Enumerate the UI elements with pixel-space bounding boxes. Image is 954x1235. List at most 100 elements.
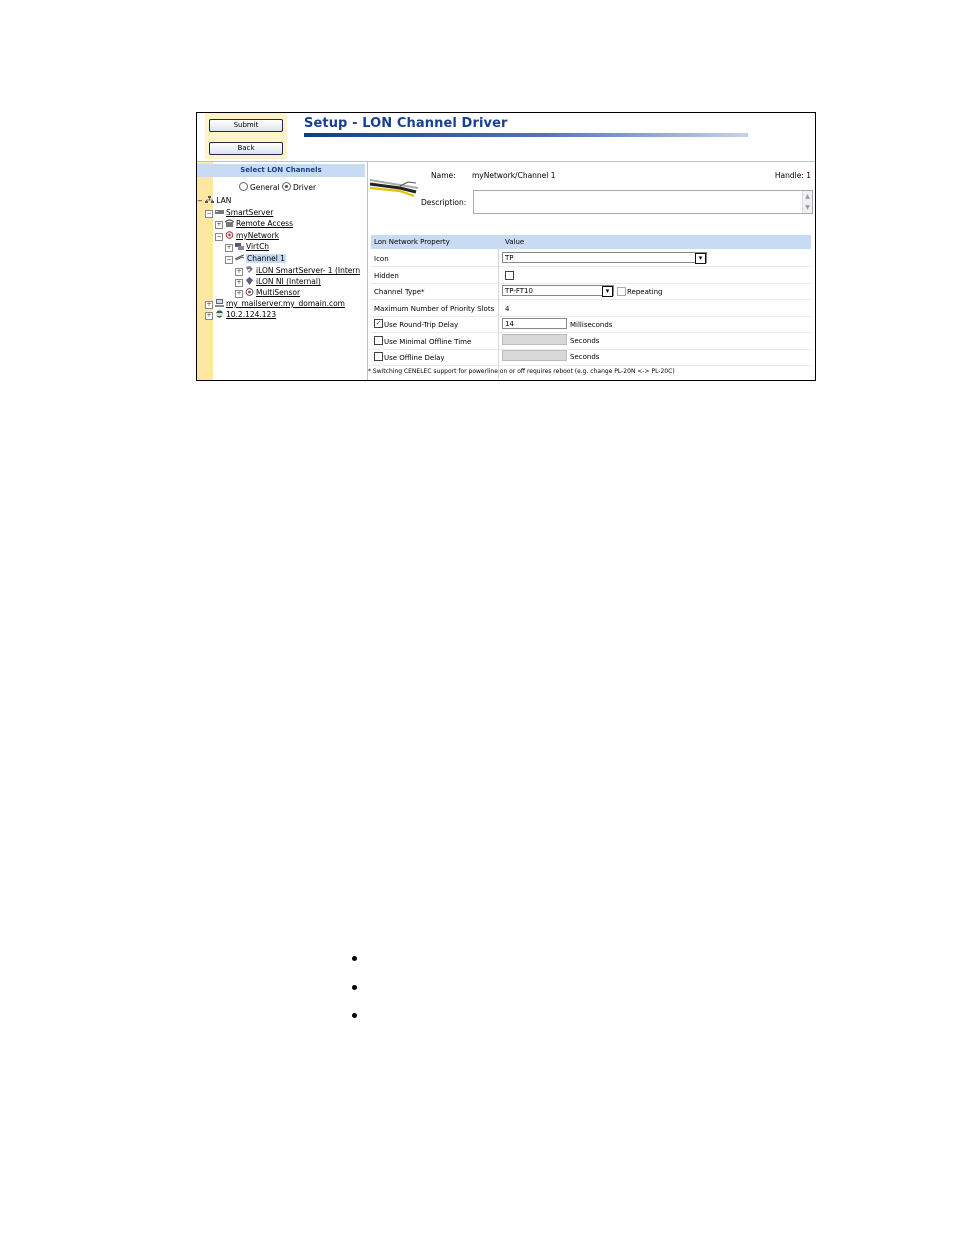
tree-node-label: iLON NI (Internal) bbox=[256, 277, 321, 286]
property-label: Maximum Number of Priority Slots bbox=[374, 305, 495, 313]
row-min-offline: Use Minimal Offline Time Seconds bbox=[371, 333, 811, 350]
min-offline-unit: Seconds bbox=[570, 337, 600, 345]
row-round-trip: ✓ Use Round-Trip Delay 14 Milliseconds bbox=[371, 316, 811, 333]
submit-button[interactable]: Submit bbox=[209, 119, 283, 132]
tree-node-label: VirtCh bbox=[246, 242, 270, 251]
property-label: Use Round-Trip Delay bbox=[384, 321, 459, 329]
scroll-down-icon[interactable]: ▼ bbox=[803, 202, 812, 213]
radio-driver[interactable] bbox=[281, 182, 291, 191]
bullet-point bbox=[352, 956, 357, 961]
bullet-point bbox=[352, 985, 357, 990]
tree-node-label: SmartServer bbox=[226, 208, 274, 217]
name-label: Name: bbox=[431, 171, 456, 180]
tree-node-lan[interactable]: − LAN bbox=[197, 196, 231, 206]
back-button[interactable]: Back bbox=[209, 142, 283, 155]
name-value: myNetwork/Channel 1 bbox=[472, 171, 556, 180]
tree-header: Select LON Channels bbox=[197, 164, 365, 177]
hidden-checkbox[interactable] bbox=[505, 271, 514, 280]
tree-node-label: Channel 1 bbox=[246, 254, 286, 263]
device-icon bbox=[246, 277, 253, 285]
row-priority-slots: Maximum Number of Priority Slots 4 bbox=[371, 300, 811, 317]
page-title: Setup - LON Channel Driver bbox=[304, 116, 508, 131]
description-scrollbar[interactable]: ▲ ▼ bbox=[802, 191, 812, 213]
tree-node-mynetwork[interactable]: − myNetwork bbox=[215, 231, 279, 241]
round-trip-unit: Milliseconds bbox=[570, 321, 613, 329]
tree-node-smartserver[interactable]: − SmartServer bbox=[205, 208, 273, 218]
tree-node-multisensor[interactable]: + MultiSensor bbox=[235, 288, 300, 298]
mode-general-option[interactable]: General bbox=[239, 182, 280, 192]
chevron-down-icon[interactable]: ▾ bbox=[602, 286, 613, 297]
property-label: Channel Type* bbox=[374, 288, 425, 296]
channel-type-select[interactable]: TP-FT10 ▾ bbox=[502, 285, 614, 297]
properties-grid-header: Lon Network Property Value bbox=[371, 235, 811, 249]
collapse-icon[interactable]: − bbox=[225, 256, 233, 264]
property-label: Icon bbox=[374, 255, 389, 263]
icon-select[interactable]: TP ▾ bbox=[502, 252, 707, 264]
round-trip-input[interactable]: 14 bbox=[502, 318, 567, 329]
property-label: Hidden bbox=[374, 272, 399, 280]
tree-node-label: iLON SmartServer- 1 (Intern bbox=[256, 266, 361, 275]
collapse-icon[interactable]: − bbox=[205, 210, 213, 218]
tree-strip bbox=[197, 162, 213, 380]
tree-node-label: Remote Access bbox=[236, 219, 293, 228]
lan-icon bbox=[205, 196, 215, 203]
device-icon bbox=[246, 266, 253, 273]
details-panel: Name: myNetwork/Channel 1 Handle: 1 Desc… bbox=[368, 162, 815, 380]
tree-node-label: myNetwork bbox=[236, 231, 280, 240]
tree-node-ip[interactable]: +10.2.124.123 bbox=[205, 310, 276, 320]
server-icon bbox=[215, 299, 224, 307]
channel-type-value: TP-FT10 bbox=[505, 287, 533, 295]
expand-icon[interactable]: + bbox=[225, 244, 233, 252]
button-panel: Submit Back bbox=[205, 113, 287, 159]
description-field[interactable] bbox=[473, 190, 813, 214]
tree-node-label: MultiSensor bbox=[256, 288, 301, 297]
tree-node-channel-1[interactable]: − Channel 1 bbox=[225, 254, 286, 264]
tree-node-mailserver[interactable]: + my_mailserver.my_domain.com bbox=[205, 299, 345, 309]
tree-node-remote-access[interactable]: + Remote Access bbox=[215, 219, 293, 229]
collapse-icon[interactable]: − bbox=[215, 233, 223, 241]
min-offline-input[interactable] bbox=[502, 334, 567, 345]
row-icon: Icon TP ▾ bbox=[371, 250, 811, 267]
repeating-checkbox[interactable] bbox=[617, 287, 626, 296]
property-label: Use Minimal Offline Time bbox=[384, 338, 472, 346]
icon-select-value: TP bbox=[505, 254, 514, 262]
offline-delay-checkbox[interactable] bbox=[374, 352, 383, 361]
server-icon bbox=[215, 210, 224, 214]
footnote: * Switching CENELEC support for powerlin… bbox=[368, 368, 675, 375]
priority-slots-value: 4 bbox=[505, 305, 510, 313]
expand-icon[interactable]: + bbox=[235, 290, 243, 298]
device-icon bbox=[245, 288, 254, 296]
channel-icon bbox=[235, 243, 244, 250]
title-underline bbox=[304, 133, 748, 137]
description-label: Description: bbox=[421, 198, 467, 207]
expand-icon[interactable]: + bbox=[235, 279, 243, 287]
network-icon bbox=[225, 231, 234, 239]
radio-general[interactable] bbox=[239, 182, 248, 191]
tree-node-label: LAN bbox=[216, 196, 232, 205]
tree-node-ilon-ni[interactable]: + iLON NI (Internal) bbox=[235, 277, 321, 287]
offline-delay-unit: Seconds bbox=[570, 353, 600, 361]
tree-node-ilon-smartserver[interactable]: + iLON SmartServer- 1 (Intern bbox=[235, 266, 360, 276]
setup-window: Submit Back Setup - LON Channel Driver S… bbox=[196, 112, 816, 381]
mode-general-label: General bbox=[250, 183, 280, 192]
offline-delay-input[interactable] bbox=[502, 350, 567, 361]
tree-node-virtch[interactable]: + VirtCh bbox=[225, 242, 269, 252]
min-offline-checkbox[interactable] bbox=[374, 336, 383, 345]
column-value: Value bbox=[505, 238, 525, 246]
scroll-up-icon[interactable]: ▲ bbox=[803, 191, 812, 202]
repeating-label: Repeating bbox=[627, 288, 663, 296]
row-offline-delay: Use Offline Delay Seconds bbox=[371, 349, 811, 366]
phone-icon bbox=[225, 219, 234, 227]
mode-driver-option[interactable]: Driver bbox=[281, 182, 317, 192]
expand-icon[interactable]: + bbox=[235, 268, 243, 276]
property-label: Use Offline Delay bbox=[384, 354, 445, 362]
round-trip-checkbox[interactable]: ✓ bbox=[374, 319, 383, 328]
expand-icon[interactable]: + bbox=[215, 221, 223, 229]
mode-driver-label: Driver bbox=[292, 183, 317, 192]
expand-icon[interactable]: + bbox=[205, 301, 213, 309]
tree-node-label: 10.2.124.123 bbox=[226, 310, 277, 319]
chevron-down-icon[interactable]: ▾ bbox=[695, 253, 706, 264]
cable-icon bbox=[370, 179, 419, 198]
row-channel-type: Channel Type* TP-FT10 ▾ Repeating bbox=[371, 283, 811, 300]
expand-icon[interactable]: + bbox=[205, 312, 213, 320]
